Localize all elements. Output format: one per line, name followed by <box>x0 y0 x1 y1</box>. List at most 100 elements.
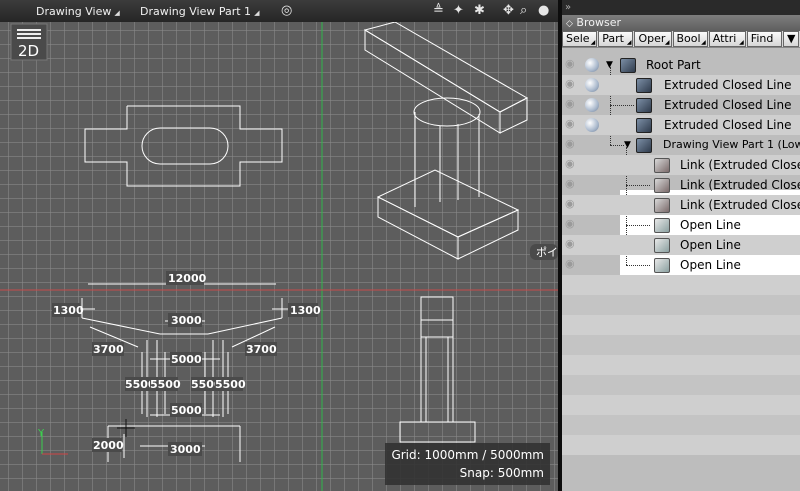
side-view <box>399 296 476 443</box>
tree-item-extruded-3[interactable]: ◉ Extruded Closed Line <box>562 115 800 135</box>
dropdown-arrow-icon: ◢ <box>114 9 120 17</box>
eye-icon[interactable]: ◉ <box>565 138 579 149</box>
axis-gizmo: Y <box>37 428 68 455</box>
empty-row <box>562 375 800 395</box>
dim-top-width: 12000 <box>168 272 207 285</box>
magnifier-icon[interactable]: ⌕ <box>520 3 527 18</box>
panel-collapse-bar[interactable]: » <box>562 0 800 15</box>
eye-icon[interactable]: ◉ <box>565 258 579 269</box>
snap-status: Snap: 500mm <box>459 466 544 480</box>
link-icon <box>654 178 670 193</box>
dropdown-arrow-icon: ◢ <box>254 9 260 17</box>
tree-item-root-part[interactable]: ◉ ▼ Root Part <box>562 55 800 75</box>
sparkle-icon[interactable]: ✦ <box>453 3 464 18</box>
sphere-icon[interactable]: ● <box>538 3 549 18</box>
dim-inner-top: 3000 <box>171 314 202 327</box>
dim-base-width: 3000 <box>170 443 201 456</box>
tree-item-label: Open Line <box>680 258 741 272</box>
target-icon[interactable]: ◎ <box>281 3 292 18</box>
tab-drawing-view-part-1[interactable]: Drawing View Part 1 ◢ <box>140 5 259 18</box>
empty-row <box>562 295 800 315</box>
eye-icon[interactable]: ◉ <box>565 58 579 69</box>
eye-icon[interactable]: ◉ <box>565 178 579 189</box>
tree-item-extruded-1[interactable]: ◉ Extruded Closed Line <box>562 75 800 95</box>
eye-icon[interactable]: ◉ <box>565 98 579 109</box>
tree-item-open-line-3[interactable]: ◉ Open Line <box>562 255 800 275</box>
empty-row <box>562 315 800 335</box>
grid-status-panel: Grid: 1000mm / 5000mm Snap: 500mm <box>385 443 550 485</box>
tree-item-extruded-2[interactable]: ◉ Extruded Closed Line <box>562 95 800 115</box>
tool-label: Attri <box>712 32 737 45</box>
tree-item-label: Link (Extruded Closed <box>680 198 800 212</box>
empty-row <box>562 275 800 295</box>
drawing-part-icon <box>636 138 652 153</box>
tree-item-label: Root Part <box>646 58 701 72</box>
tool-label: Oper <box>638 32 666 45</box>
collapse-icon[interactable]: » <box>565 2 571 13</box>
expand-arrow-icon[interactable]: ▼ <box>606 60 613 70</box>
tool-label: Part <box>602 32 624 45</box>
operation-menu-button[interactable]: Oper ◢ <box>634 31 672 47</box>
browser-panel: » ◇ Browser Sele ◢ Part ◢ Oper ◢ Bool ◢ Attr… <box>562 0 800 491</box>
grid-status: Grid: 1000mm / 5000mm <box>391 448 544 462</box>
dropdown-arrow-icon: ◢ <box>626 39 632 46</box>
dropdown-arrow-icon: ◢ <box>664 39 670 46</box>
view-mode-badge[interactable]: 2D <box>10 23 48 61</box>
diamond-icon: ◇ <box>566 19 573 29</box>
part-box-icon <box>620 58 636 73</box>
drawing-canvas: 2D 12000 1300 1300 3000 3700 3700 5000 5… <box>0 22 558 491</box>
tree-item-link-3[interactable]: ◉ Link (Extruded Closed <box>562 195 800 215</box>
view-mode-label: 2D <box>18 42 39 60</box>
tree-item-drawing-view-part[interactable]: ◉ ▼ Drawing View Part 1 (Low <box>562 135 800 155</box>
plan-view <box>84 105 283 187</box>
layers-icon[interactable]: ≜ <box>433 3 444 18</box>
more-tools-button[interactable]: ▼ <box>783 31 800 47</box>
dim-col-left-b: 5500 <box>150 378 181 391</box>
tree-item-label: Link (Extruded Closed <box>680 158 800 172</box>
eye-icon[interactable]: ◉ <box>565 78 579 89</box>
dropdown-arrow-icon: ◢ <box>590 39 596 46</box>
browser-toolbar: Sele ◢ Part ◢ Oper ◢ Bool ◢ Attri ◢ Find ▼ <box>562 31 800 48</box>
tree-item-open-line-2[interactable]: ◉ Open Line <box>562 235 800 255</box>
sphere-icon[interactable] <box>585 78 599 92</box>
dim-lower-middle: 5000 <box>171 404 202 417</box>
gear-icon[interactable]: ✱ <box>474 3 485 18</box>
part-menu-button[interactable]: Part ◢ <box>598 31 634 47</box>
sphere-icon[interactable] <box>585 98 599 112</box>
drawing-viewport[interactable]: 2D 12000 1300 1300 3000 3700 3700 5000 5… <box>0 22 558 491</box>
tree-item-label: Extruded Closed Line <box>664 118 792 132</box>
extruded-line-icon <box>636 78 652 93</box>
boolean-menu-button[interactable]: Bool ◢ <box>672 31 708 47</box>
open-line-icon <box>654 258 670 273</box>
attribute-menu-button[interactable]: Attri ◢ <box>708 31 746 47</box>
tree-item-label: Extruded Closed Line <box>664 78 792 92</box>
cutoff-label: ポイ <box>536 246 558 259</box>
expand-arrow-icon[interactable]: ▼ <box>624 140 631 150</box>
empty-row <box>562 435 800 455</box>
viewport-toolbar: Drawing View ◢ Drawing View Part 1 ◢ ◎ ≜ ✦… <box>0 0 558 23</box>
empty-row <box>562 395 800 415</box>
link-icon <box>654 198 670 213</box>
eye-icon[interactable]: ◉ <box>565 118 579 129</box>
tree-item-link-1[interactable]: ◉ Link (Extruded Closed <box>562 155 800 175</box>
tool-label: Bool <box>676 32 701 45</box>
eye-icon[interactable]: ◉ <box>565 158 579 169</box>
tree-item-label: Open Line <box>680 238 741 252</box>
tab-drawing-view[interactable]: Drawing View ◢ <box>36 5 120 18</box>
tool-label: Find <box>750 32 774 45</box>
eye-icon[interactable]: ◉ <box>565 218 579 229</box>
move-icon[interactable]: ✥ <box>503 3 514 18</box>
dropdown-arrow-icon: ◢ <box>739 39 744 46</box>
scene-tree: ◉ ▼ Root Part ◉ Extruded Closed Line ◉ E… <box>562 55 800 455</box>
sphere-icon[interactable] <box>585 118 599 132</box>
tree-item-label: Extruded Closed Line <box>664 98 792 112</box>
open-line-icon <box>654 218 670 233</box>
eye-icon[interactable]: ◉ <box>565 238 579 249</box>
tree-item-link-2[interactable]: ◉ Link (Extruded Closed <box>562 175 800 195</box>
dim-right-slope: 3700 <box>246 343 277 356</box>
eye-icon[interactable]: ◉ <box>565 198 579 209</box>
select-menu-button[interactable]: Sele ◢ <box>562 31 598 47</box>
sphere-icon[interactable] <box>585 58 599 72</box>
tree-item-open-line-1[interactable]: ◉ Open Line <box>562 215 800 235</box>
find-button[interactable]: Find <box>746 31 783 47</box>
